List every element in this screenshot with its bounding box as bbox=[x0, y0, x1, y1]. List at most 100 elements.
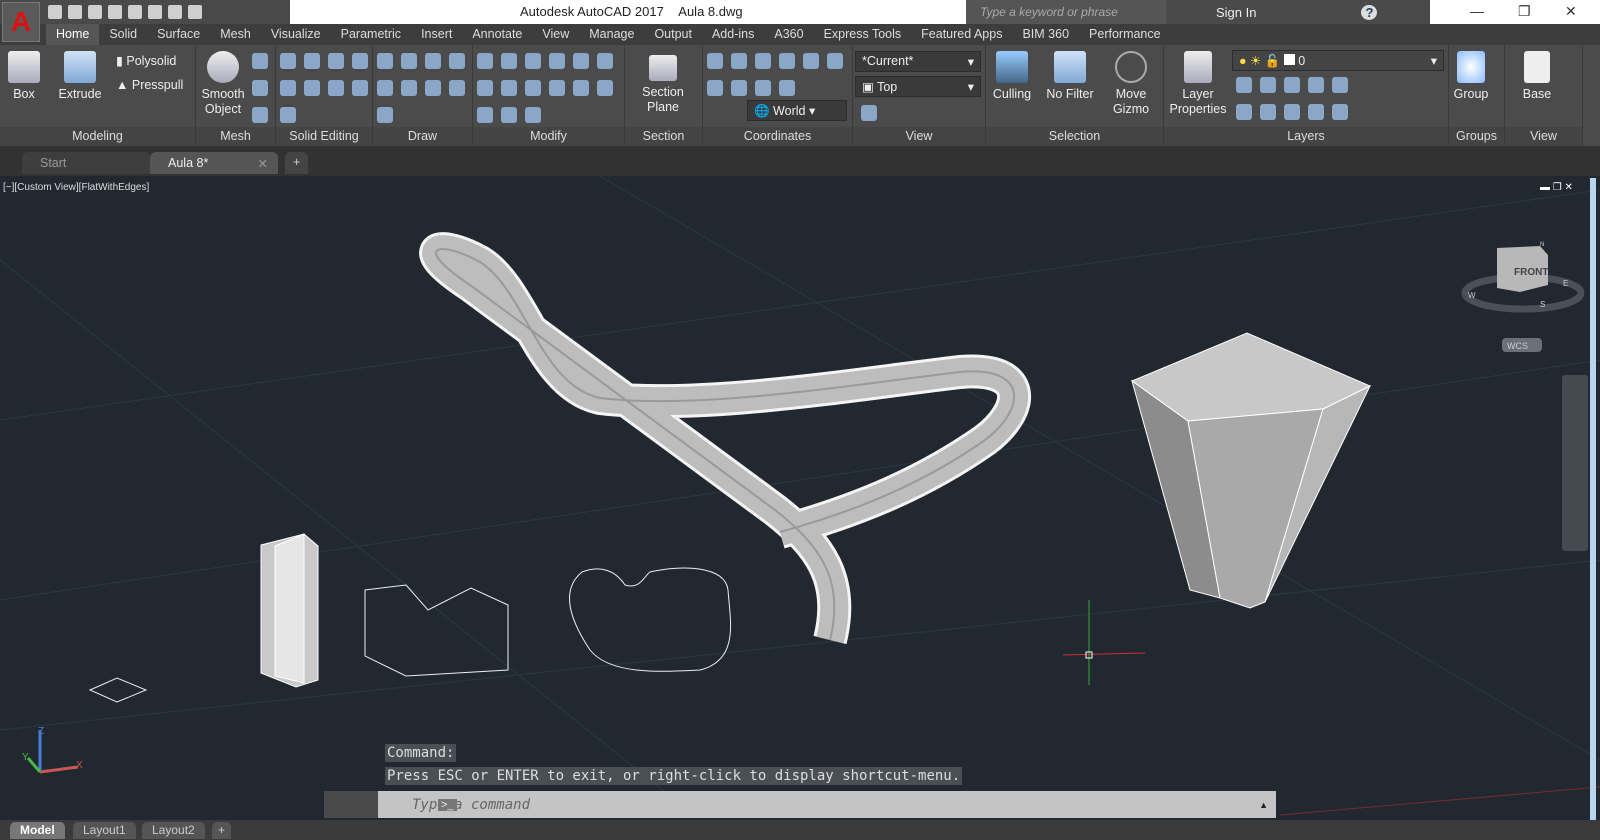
layer-isolate-icon[interactable] bbox=[1260, 77, 1276, 93]
navigation-bar[interactable] bbox=[1562, 375, 1588, 551]
ucs-world-icon[interactable] bbox=[803, 53, 819, 69]
layout-tab-model[interactable]: Model bbox=[10, 822, 65, 839]
align-icon[interactable] bbox=[597, 80, 613, 96]
interfere-icon[interactable] bbox=[352, 80, 368, 96]
section-plane-button[interactable]: Section Plane bbox=[633, 55, 693, 115]
layer-freeze-icon[interactable] bbox=[1284, 77, 1300, 93]
viewport-window-controls[interactable]: ▬ ❐ ✕ bbox=[1540, 182, 1573, 193]
union-icon[interactable] bbox=[280, 53, 296, 69]
doc-tab-aula8[interactable]: Aula 8* ✕ bbox=[150, 152, 278, 174]
ucs-zaxis-icon[interactable] bbox=[779, 53, 795, 69]
layer-off-icon[interactable] bbox=[1236, 77, 1252, 93]
mirror-icon[interactable] bbox=[525, 80, 541, 96]
rotate-icon[interactable] bbox=[501, 80, 517, 96]
layer-dropdown[interactable]: ● ☀ 🔓 0 ▾ bbox=[1232, 50, 1444, 71]
ucs-x-icon[interactable] bbox=[827, 53, 843, 69]
command-line[interactable]: >_ Type a command ▲ bbox=[324, 791, 1276, 818]
layout-tab-layout2[interactable]: Layout2 bbox=[142, 822, 205, 839]
polygon-icon[interactable] bbox=[425, 80, 441, 96]
arc-icon[interactable] bbox=[425, 53, 441, 69]
new-tab-button[interactable]: + bbox=[285, 152, 309, 174]
group-button[interactable]: Group bbox=[1451, 51, 1491, 102]
separate-icon[interactable] bbox=[280, 107, 296, 123]
intersect-icon[interactable] bbox=[328, 80, 344, 96]
view-dropdown[interactable]: ▣ Top ▾ bbox=[855, 76, 981, 97]
culling-button[interactable]: Culling bbox=[990, 51, 1034, 102]
move-icon[interactable] bbox=[525, 53, 541, 69]
subtract-icon[interactable] bbox=[352, 53, 368, 69]
ribbon-tab-surface[interactable]: Surface bbox=[147, 24, 210, 45]
ribbon-tab-bim-360[interactable]: BIM 360 bbox=[1012, 24, 1079, 45]
section-panel-title[interactable]: Section bbox=[625, 127, 702, 146]
fillet-edge-icon[interactable] bbox=[597, 53, 613, 69]
groups-panel-title[interactable]: Groups bbox=[1449, 127, 1504, 146]
trim-icon[interactable] bbox=[573, 53, 589, 69]
command-input[interactable]: Type a command bbox=[412, 797, 530, 813]
helix-icon[interactable] bbox=[377, 53, 393, 69]
ucs-3point-icon[interactable] bbox=[779, 80, 795, 96]
minimize-button[interactable]: — bbox=[1470, 3, 1484, 19]
extrude-faces-icon[interactable] bbox=[328, 53, 344, 69]
mesh-refine-icon[interactable] bbox=[252, 53, 268, 69]
save-as-icon[interactable] bbox=[108, 5, 122, 19]
ribbon-tab-performance[interactable]: Performance bbox=[1079, 24, 1171, 45]
ucs-z-icon[interactable] bbox=[755, 80, 771, 96]
new-icon[interactable] bbox=[48, 5, 62, 19]
undo-icon[interactable] bbox=[148, 5, 162, 19]
ucs-y-icon[interactable] bbox=[731, 80, 747, 96]
layer-lock-icon[interactable] bbox=[1308, 77, 1324, 93]
visual-style-dropdown[interactable]: *Current* ▾ bbox=[855, 51, 981, 72]
doc-tab-start[interactable]: Start bbox=[22, 152, 150, 174]
mesh-crease-icon[interactable] bbox=[252, 80, 268, 96]
restore-button[interactable]: ❐ bbox=[1518, 3, 1531, 20]
smooth-object-button[interactable]: Smooth Object bbox=[200, 51, 246, 117]
close-tab-icon[interactable]: ✕ bbox=[258, 156, 268, 171]
extract-edges-icon[interactable] bbox=[304, 53, 320, 69]
ribbon-tab-add-ins[interactable]: Add-ins bbox=[702, 24, 764, 45]
modeling-panel-title[interactable]: Modeling bbox=[0, 127, 195, 146]
close-button[interactable]: ✕ bbox=[1565, 3, 1577, 20]
stretch-icon[interactable] bbox=[501, 107, 517, 123]
extrude-button[interactable]: Extrude bbox=[52, 51, 108, 102]
rectangle-icon[interactable] bbox=[449, 80, 465, 96]
presspull-button[interactable]: ▲ Presspull bbox=[116, 78, 183, 92]
array-icon[interactable] bbox=[525, 107, 541, 123]
print-icon[interactable] bbox=[128, 5, 142, 19]
copy-icon[interactable] bbox=[549, 53, 565, 69]
view-panel-title[interactable]: View bbox=[853, 127, 985, 146]
imprint-icon[interactable] bbox=[304, 80, 320, 96]
plot-preview-icon[interactable] bbox=[188, 5, 202, 19]
open-icon[interactable] bbox=[68, 5, 82, 19]
point-icon[interactable] bbox=[377, 107, 393, 123]
history-toggle-icon[interactable]: ▲ bbox=[1259, 800, 1268, 810]
layer-thaw-icon[interactable] bbox=[1284, 104, 1300, 120]
selection-panel-title[interactable]: Selection bbox=[986, 127, 1163, 146]
modify-panel-title[interactable]: Modify bbox=[473, 127, 624, 146]
layer-properties-button[interactable]: Layer Properties bbox=[1166, 51, 1230, 117]
layer-on-icon[interactable] bbox=[1236, 104, 1252, 120]
chamfer-icon[interactable] bbox=[549, 80, 565, 96]
layers-panel-title[interactable]: Layers bbox=[1164, 127, 1448, 146]
scale-icon[interactable] bbox=[477, 53, 493, 69]
add-layout-button[interactable]: + bbox=[212, 822, 232, 839]
ucs-view-icon[interactable] bbox=[731, 53, 747, 69]
application-menu-button[interactable]: A bbox=[2, 2, 40, 42]
viewport-controls-label[interactable]: [−][Custom View][FlatWithEdges] bbox=[3, 182, 149, 193]
search-input[interactable]: Type a keyword or phrase bbox=[966, 0, 1166, 24]
line-icon[interactable] bbox=[377, 80, 393, 96]
command-prompt-icon[interactable]: >_ bbox=[438, 798, 457, 811]
no-filter-button[interactable]: No Filter bbox=[1040, 51, 1100, 102]
ribbon-tab-solid[interactable]: Solid bbox=[99, 24, 147, 45]
box-button[interactable]: Box bbox=[6, 51, 42, 102]
redo-icon[interactable] bbox=[168, 5, 182, 19]
help-icon[interactable]: ? bbox=[1361, 5, 1378, 20]
polysolid-button[interactable]: ▮ Polysolid bbox=[116, 53, 176, 68]
ribbon-tab-insert[interactable]: Insert bbox=[411, 24, 462, 45]
ribbon-tab-featured-apps[interactable]: Featured Apps bbox=[911, 24, 1012, 45]
3d-rotate-icon[interactable] bbox=[501, 53, 517, 69]
layer-match-icon[interactable] bbox=[1332, 77, 1348, 93]
vertical-scrollbar[interactable] bbox=[1590, 178, 1596, 820]
solid-editing-panel-title[interactable]: Solid Editing bbox=[276, 127, 372, 146]
ribbon-tab-parametric[interactable]: Parametric bbox=[331, 24, 411, 45]
ribbon-tab-output[interactable]: Output bbox=[644, 24, 702, 45]
